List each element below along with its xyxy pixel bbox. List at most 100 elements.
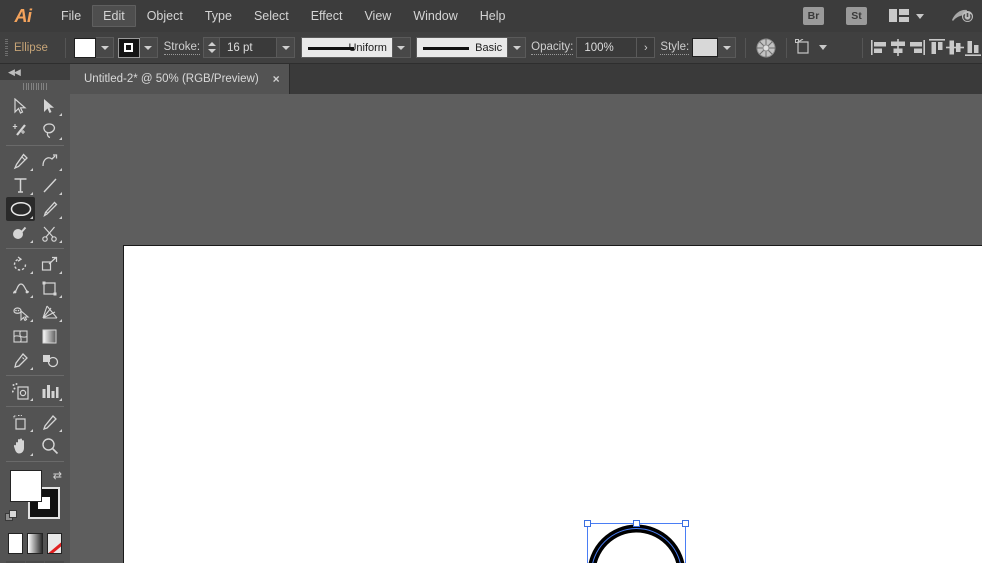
align-left-icon[interactable] bbox=[871, 39, 889, 56]
menu-effect[interactable]: Effect bbox=[300, 5, 354, 27]
arrange-documents-icon[interactable] bbox=[889, 9, 924, 23]
menu-view[interactable]: View bbox=[353, 5, 402, 27]
double-chevron-left-icon: ◀◀ bbox=[8, 66, 21, 77]
free-transform-tool[interactable] bbox=[35, 276, 64, 300]
menu-object[interactable]: Object bbox=[136, 5, 194, 27]
menu-window[interactable]: Window bbox=[402, 5, 468, 27]
graphic-style-control[interactable] bbox=[692, 37, 737, 58]
document-tab[interactable]: Untitled-2* @ 50% (RGB/Preview) × bbox=[70, 64, 290, 94]
opacity-control[interactable]: 100% › bbox=[576, 37, 656, 58]
fill-swatch[interactable] bbox=[74, 37, 97, 58]
menu-type[interactable]: Type bbox=[194, 5, 243, 27]
shape-builder-tool[interactable] bbox=[6, 300, 35, 324]
stroke-weight-stepper[interactable] bbox=[203, 37, 220, 58]
mesh-tool[interactable] bbox=[6, 324, 35, 348]
shaper-tool[interactable] bbox=[6, 221, 35, 245]
magic-wand-tool[interactable] bbox=[6, 118, 35, 142]
stroke-swatch[interactable] bbox=[117, 37, 140, 58]
stroke-dropdown-button[interactable] bbox=[139, 37, 158, 58]
blend-tool[interactable] bbox=[35, 348, 64, 372]
control-bar-grip[interactable] bbox=[5, 38, 8, 57]
align-bottom-icon[interactable] bbox=[964, 39, 982, 56]
align-horizontal-center-icon[interactable] bbox=[889, 39, 907, 56]
menu-file[interactable]: File bbox=[50, 5, 92, 27]
gradient-mode-button[interactable] bbox=[27, 533, 43, 554]
align-vertical-center-icon[interactable] bbox=[945, 39, 964, 56]
menu-help[interactable]: Help bbox=[469, 5, 517, 27]
stroke-weight-control[interactable]: 16 pt bbox=[203, 37, 296, 58]
perspective-grid-tool[interactable] bbox=[35, 300, 64, 324]
stepper-up-icon bbox=[207, 42, 216, 46]
canvas-area[interactable] bbox=[70, 94, 982, 563]
tool-list bbox=[0, 92, 70, 465]
stock-icon[interactable]: St bbox=[846, 7, 867, 25]
brush-definition-control[interactable]: Basic bbox=[416, 37, 527, 58]
opacity-input[interactable]: 100% bbox=[576, 37, 637, 58]
none-mode-button[interactable] bbox=[46, 533, 62, 554]
tools-panel: ◀◀ ⇄ bbox=[0, 64, 70, 563]
align-top-icon[interactable] bbox=[928, 39, 946, 56]
stroke-weight-label[interactable]: Stroke: bbox=[163, 41, 201, 55]
line-segment-tool[interactable] bbox=[35, 173, 64, 197]
selection-tool[interactable] bbox=[6, 94, 35, 118]
brush-definition-dropdown-button[interactable] bbox=[508, 37, 527, 58]
color-mode-button[interactable] bbox=[8, 533, 24, 554]
opacity-label[interactable]: Opacity: bbox=[531, 41, 574, 55]
graphic-style-dropdown-button[interactable] bbox=[718, 37, 737, 58]
align-right-icon[interactable] bbox=[907, 39, 926, 56]
menu-select[interactable]: Select bbox=[243, 5, 300, 27]
handle-top-left[interactable] bbox=[584, 520, 591, 527]
type-tool[interactable] bbox=[6, 173, 35, 197]
chevron-down-icon bbox=[281, 45, 290, 50]
recolor-artwork-icon[interactable] bbox=[755, 37, 777, 59]
direct-selection-tool[interactable] bbox=[35, 94, 64, 118]
profile-line-icon bbox=[307, 47, 354, 50]
cloud-sync-icon[interactable] bbox=[950, 7, 974, 25]
bridge-icon[interactable]: Br bbox=[803, 7, 824, 25]
stroke-profile-preview[interactable]: Uniform bbox=[300, 37, 393, 58]
hand-tool[interactable] bbox=[6, 434, 35, 458]
selected-ellipse-group[interactable] bbox=[579, 520, 699, 563]
scale-tool[interactable] bbox=[35, 252, 64, 276]
lasso-tool[interactable] bbox=[35, 118, 64, 142]
fill-dropdown-button[interactable] bbox=[96, 37, 115, 58]
artboard-tool[interactable] bbox=[6, 410, 35, 434]
zoom-tool[interactable] bbox=[35, 434, 64, 458]
fill-color-swatch[interactable] bbox=[10, 470, 42, 502]
toolbar-collapse-button[interactable]: ◀◀ bbox=[0, 64, 70, 80]
scissors-tool[interactable] bbox=[35, 221, 64, 245]
paintbrush-tool[interactable] bbox=[35, 197, 64, 221]
graphic-style-swatch[interactable] bbox=[692, 38, 719, 57]
stroke-weight-dropdown-button[interactable] bbox=[277, 37, 296, 58]
app-logo: Ai bbox=[14, 5, 33, 26]
ellipse-tool[interactable] bbox=[6, 197, 35, 221]
symbol-sprayer-tool[interactable] bbox=[6, 379, 35, 403]
fill-color-control[interactable] bbox=[74, 37, 115, 58]
stroke-weight-input[interactable]: 16 pt bbox=[219, 37, 278, 58]
default-fill-stroke-icon[interactable] bbox=[5, 510, 18, 523]
toolbar-drag-handle[interactable] bbox=[0, 80, 70, 92]
stroke-profile-control[interactable]: Uniform bbox=[300, 37, 411, 58]
stroke-color-control[interactable] bbox=[117, 37, 158, 58]
menu-edit[interactable]: Edit bbox=[92, 5, 136, 27]
close-icon[interactable]: × bbox=[273, 73, 280, 85]
brush-definition-preview[interactable]: Basic bbox=[416, 37, 509, 58]
stroke-profile-dropdown-button[interactable] bbox=[392, 37, 411, 58]
curvature-tool[interactable] bbox=[35, 149, 64, 173]
transform-icon[interactable] bbox=[795, 39, 827, 56]
width-tool[interactable] bbox=[6, 276, 35, 300]
opacity-expand-button[interactable]: › bbox=[636, 37, 656, 58]
graphic-style-label[interactable]: Style: bbox=[660, 41, 690, 55]
eyedropper-tool[interactable] bbox=[6, 348, 35, 372]
pen-tool[interactable] bbox=[6, 149, 35, 173]
document-tab-title: Untitled-2* @ 50% (RGB/Preview) bbox=[84, 73, 259, 85]
gradient-tool[interactable] bbox=[35, 324, 64, 348]
rotate-tool[interactable] bbox=[6, 252, 35, 276]
artboard[interactable] bbox=[123, 245, 982, 563]
column-graph-tool[interactable] bbox=[35, 379, 64, 403]
chevron-down-icon bbox=[397, 45, 406, 50]
slice-tool[interactable] bbox=[35, 410, 64, 434]
handle-top-right[interactable] bbox=[682, 520, 689, 527]
handle-top-center[interactable] bbox=[633, 520, 640, 527]
swap-fill-stroke-icon[interactable]: ⇄ bbox=[53, 469, 62, 482]
